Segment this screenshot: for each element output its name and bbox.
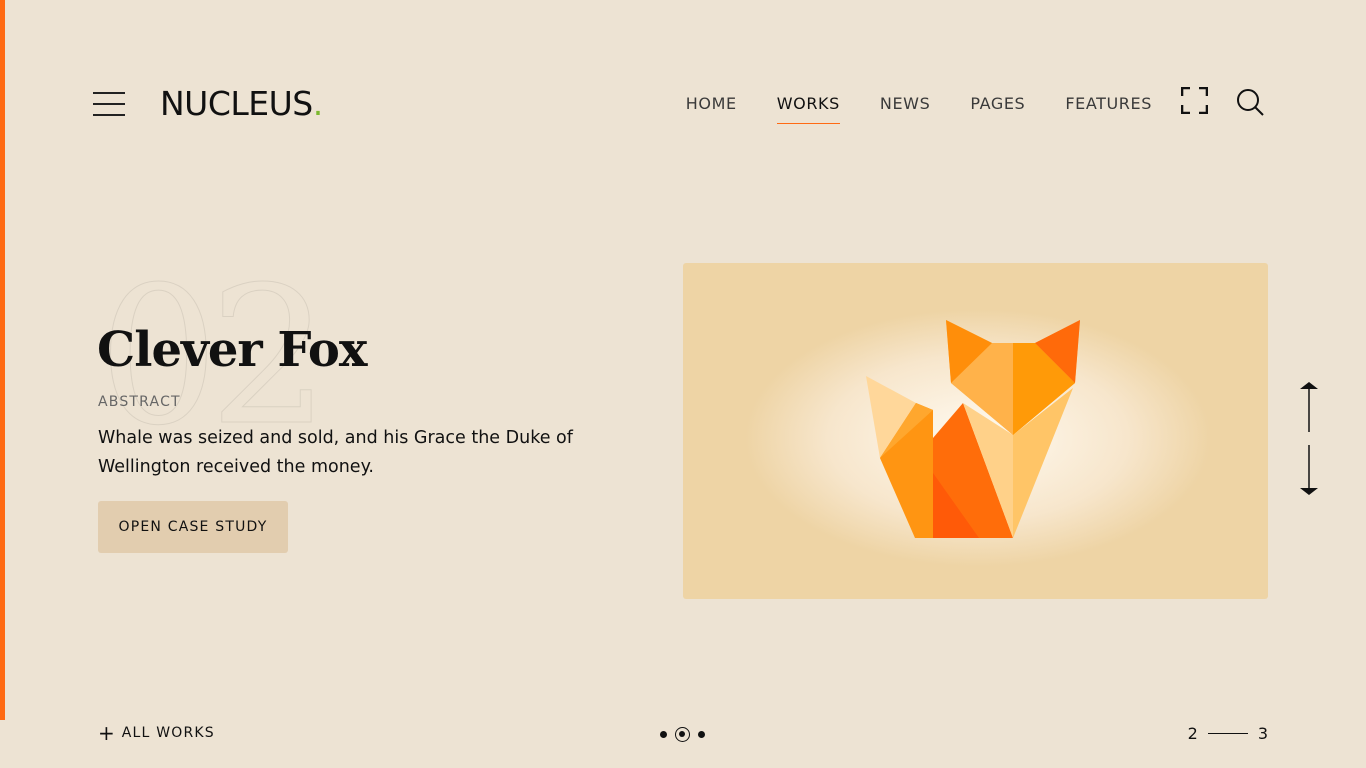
plus-icon: + bbox=[98, 721, 115, 745]
main-nav: HOME WORKS NEWS PAGES FEATURES bbox=[686, 94, 1152, 124]
slide-category: ABSTRACT bbox=[98, 394, 181, 410]
nav-item-home[interactable]: HOME bbox=[686, 94, 737, 119]
all-works-label: ALL WORKS bbox=[121, 725, 215, 741]
slide-dot-1[interactable] bbox=[660, 730, 667, 738]
slide-title: Clever Fox bbox=[97, 322, 367, 378]
menu-icon[interactable] bbox=[93, 92, 125, 116]
logo-text: NUCLEUS bbox=[160, 84, 313, 123]
arrow-up-icon[interactable] bbox=[1299, 382, 1319, 434]
pager-divider bbox=[1207, 733, 1248, 734]
slide-dot-3[interactable] bbox=[698, 730, 705, 738]
origami-fox-illustration bbox=[866, 320, 1080, 538]
search-icon[interactable] bbox=[1236, 88, 1264, 116]
nav-item-works[interactable]: WORKS bbox=[776, 94, 841, 124]
logo[interactable]: NUCLEUS. bbox=[160, 84, 323, 123]
pager-next[interactable]: 3 bbox=[1258, 724, 1268, 743]
slide-description: Whale was seized and sold, and his Grace… bbox=[98, 428, 573, 477]
slide-dot-2[interactable] bbox=[675, 726, 690, 742]
nav-item-features[interactable]: FEATURES bbox=[1065, 94, 1152, 119]
all-works-link[interactable]: + ALL WORKS bbox=[98, 721, 215, 745]
accent-bar bbox=[0, 0, 5, 720]
slide-image[interactable] bbox=[683, 263, 1268, 599]
pager-current: 2 bbox=[1187, 724, 1198, 743]
logo-dot: . bbox=[312, 84, 324, 123]
open-case-study-button[interactable]: OPEN CASE STUDY bbox=[98, 501, 288, 553]
nav-item-news[interactable]: NEWS bbox=[880, 94, 930, 119]
slide-dots bbox=[660, 725, 705, 743]
fullscreen-icon[interactable] bbox=[1180, 86, 1209, 115]
arrow-down-icon[interactable] bbox=[1299, 445, 1319, 497]
slide-pager: 2 3 bbox=[1188, 724, 1268, 743]
nav-item-pages[interactable]: PAGES bbox=[970, 94, 1025, 119]
